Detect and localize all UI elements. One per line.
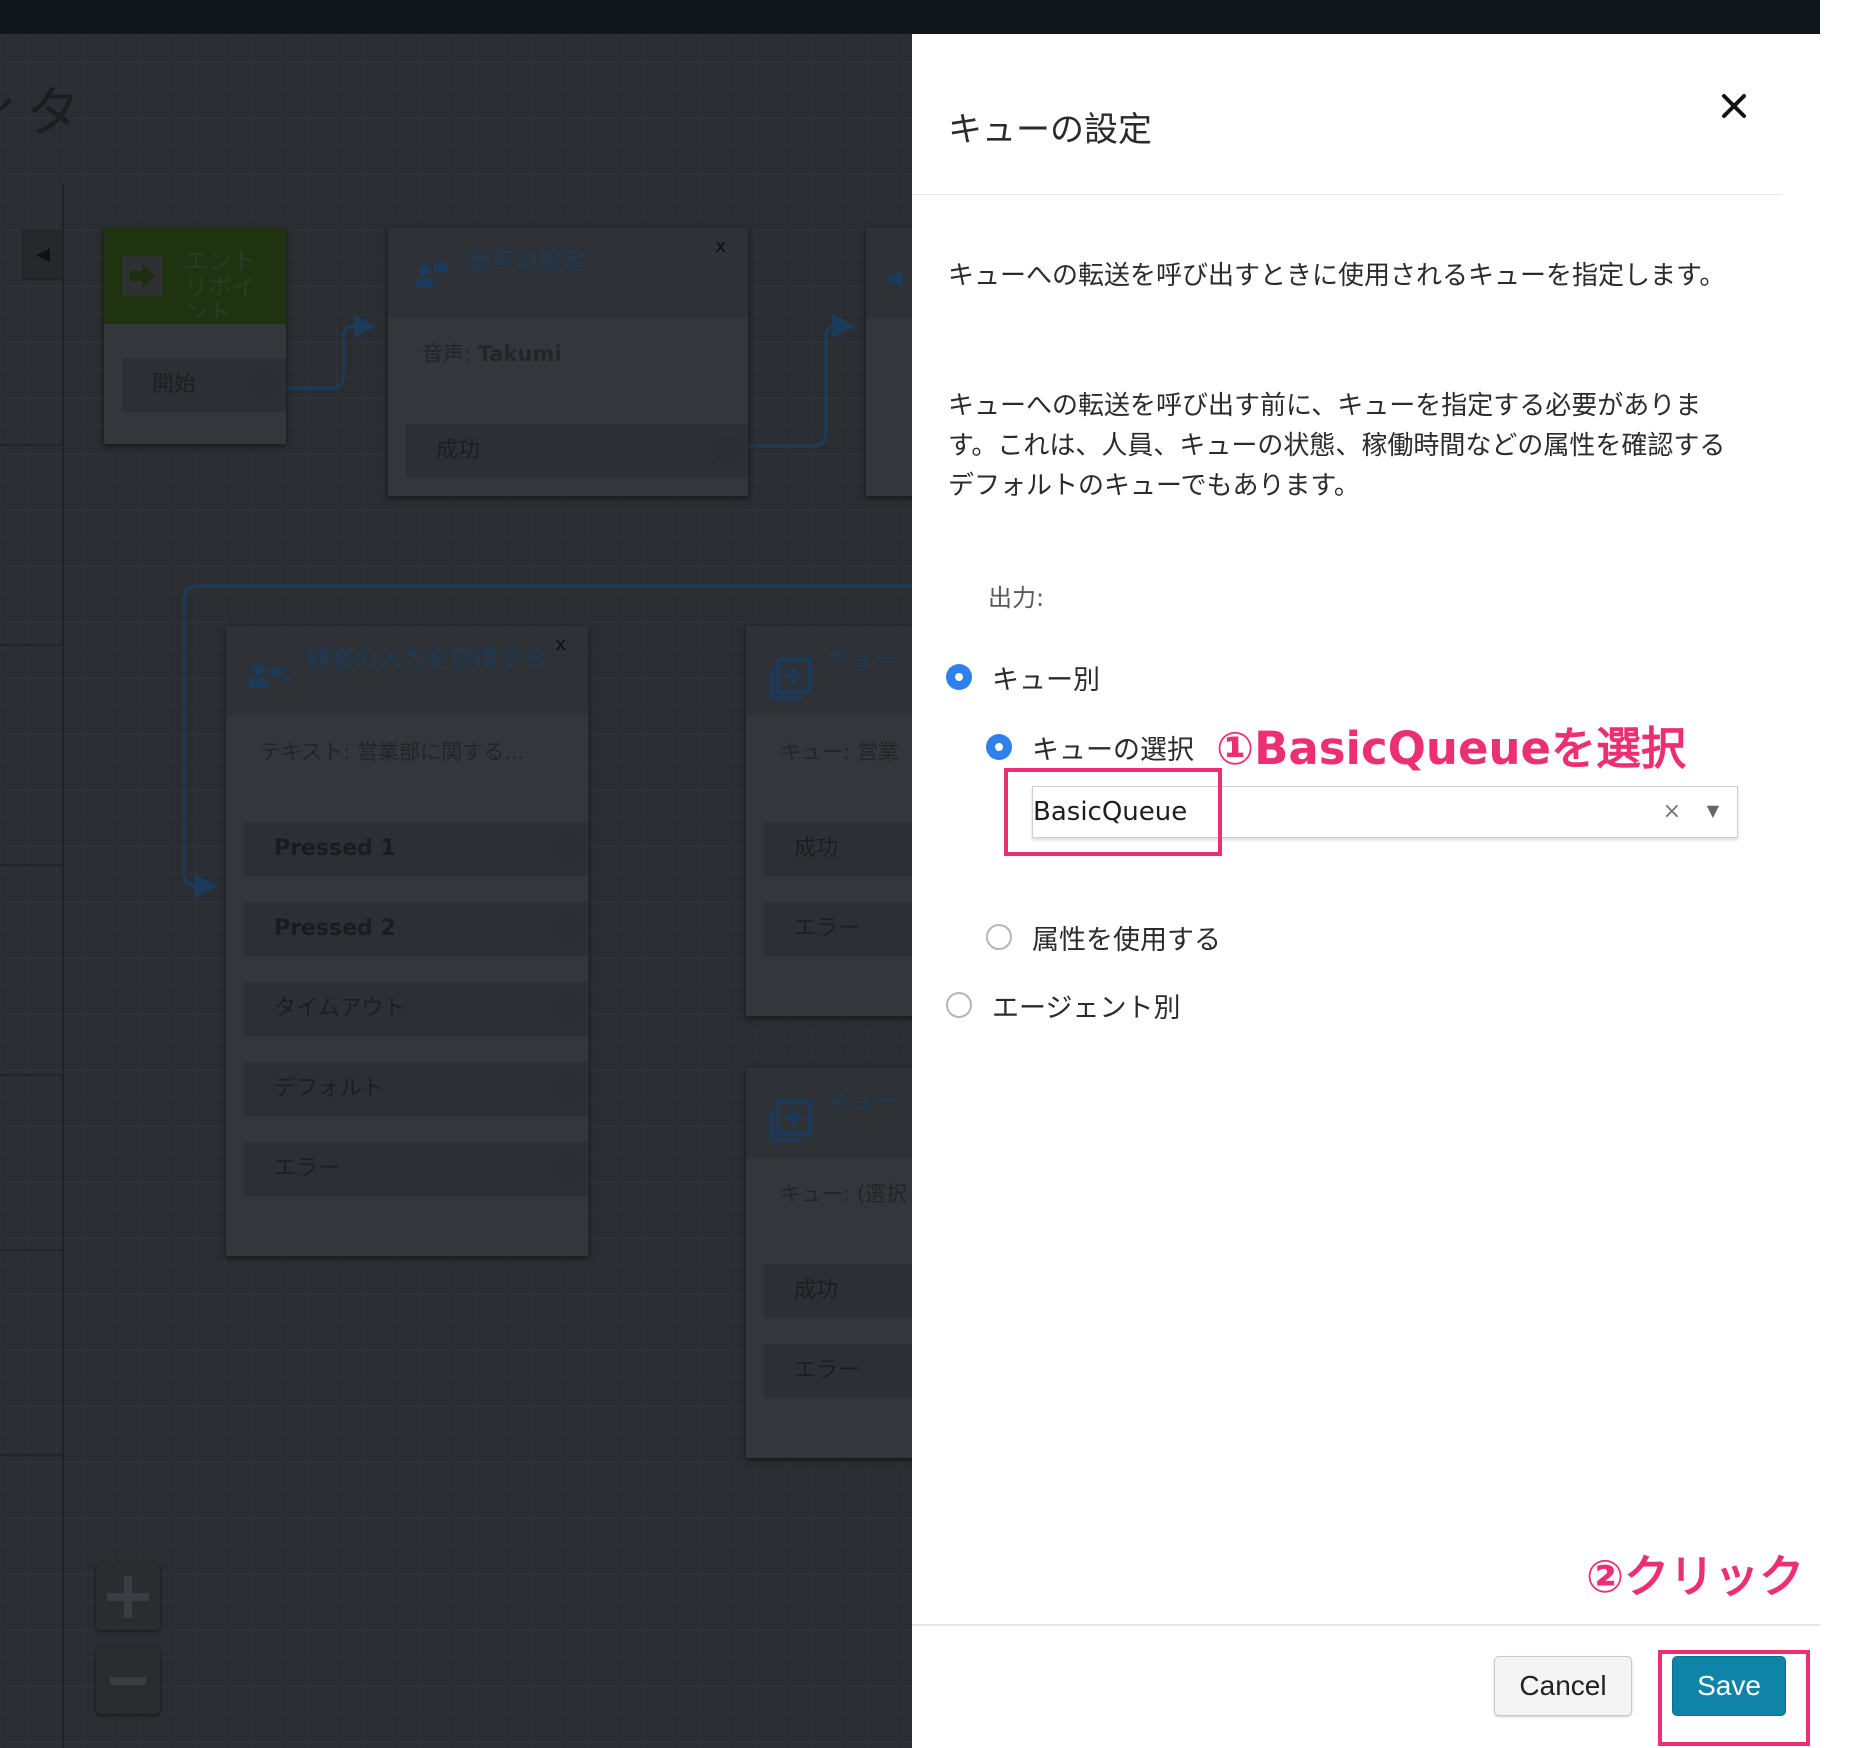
queue-block-2-header: キュー — [746, 1068, 912, 1158]
input-branch-pressed-2[interactable]: Pressed 2 — [244, 902, 588, 956]
highlight-box-save-button — [1658, 1650, 1810, 1746]
radio-by-agent[interactable] — [946, 992, 972, 1018]
set-voice-block[interactable]: 音声の設定 x 音声: Takumi 成功 — [388, 228, 748, 496]
voice-icon — [416, 262, 448, 288]
branch-label: 成功 — [794, 836, 839, 861]
branch-label: 成功 — [794, 1278, 839, 1303]
input-branch-timeout[interactable]: タイムアウト — [244, 982, 588, 1036]
connector-line — [746, 324, 846, 448]
branch-label: エラー — [274, 1156, 341, 1181]
branch-label: エラー — [794, 916, 861, 941]
get-input-subtitle: テキスト: 営業部に関する... — [260, 740, 525, 764]
close-panel-button[interactable] — [1704, 76, 1764, 136]
queue-block-2-subtitle: キュー: (選択 — [780, 1182, 907, 1206]
annotation-step-2: ②クリック — [1586, 1550, 1805, 1603]
get-input-title: 顧客の入力を取得する — [306, 645, 546, 673]
panel-description-2: キューへの転送を呼び出す前に、キューを指定する必要があります。これは、人員、キュ… — [948, 391, 1726, 501]
label-by-queue: キュー別 — [992, 665, 1100, 696]
input-branch-pressed-1[interactable]: Pressed 1 — [244, 822, 588, 876]
branch-label: エラー — [794, 1358, 861, 1383]
plus-icon — [107, 1576, 149, 1618]
branch-label: 開始 — [152, 372, 197, 397]
add-queue-icon — [770, 658, 812, 700]
queue-block-1-title: キュー — [826, 645, 898, 673]
branch-label: 成功 — [436, 438, 481, 463]
queue1-success-branch[interactable]: 成功 — [764, 822, 912, 876]
zoom-in-button[interactable] — [96, 1564, 160, 1630]
block-close-icon[interactable]: x — [715, 236, 726, 257]
entry-point-block[interactable]: エントリポイント 開始 — [104, 228, 286, 444]
input-branch-error[interactable]: エラー — [244, 1142, 588, 1196]
voice-success-branch[interactable]: 成功 — [406, 424, 748, 478]
output-port[interactable] — [554, 915, 580, 941]
highlight-box-queue-value — [1004, 768, 1222, 856]
output-port[interactable] — [554, 1075, 580, 1101]
label-use-attribute: 属性を使用する — [1032, 925, 1221, 956]
annotation-step-1: ①BasicQueueを選択 — [1216, 722, 1687, 775]
set-voice-header: 音声の設定 x — [388, 228, 748, 318]
top-bar — [0, 0, 1820, 34]
get-customer-input-block[interactable]: 顧客の入力を取得する x テキスト: 営業部に関する... Pressed 1 … — [226, 626, 588, 1256]
output-port[interactable] — [554, 835, 580, 861]
next-block-header — [866, 228, 912, 318]
output-port[interactable] — [554, 995, 580, 1021]
panel-description-1: キューへの転送を呼び出すときに使用されるキューを指定します。 — [948, 261, 1726, 291]
queue-block-1-header: キュー — [746, 626, 912, 716]
users-icon — [248, 664, 291, 688]
radio-select-queue[interactable] — [986, 734, 1012, 760]
entry-point-title: エントリポイント — [184, 248, 256, 318]
caret-down-icon[interactable]: ▼ — [1707, 801, 1719, 820]
get-input-header: 顧客の入力を取得する x — [226, 626, 588, 716]
radio-by-queue[interactable] — [946, 664, 972, 690]
queue2-success-branch[interactable]: 成功 — [764, 1264, 912, 1318]
set-voice-subtitle: 音声: Takumi — [422, 338, 562, 368]
arrow-right-icon — [122, 256, 162, 296]
output-port[interactable] — [252, 371, 278, 397]
queue1-error-branch[interactable]: エラー — [764, 902, 912, 956]
cancel-button[interactable]: Cancel — [1494, 1656, 1632, 1716]
footer-divider — [912, 1624, 1820, 1626]
set-queue-block-2[interactable]: キュー キュー: (選択 成功 エラー — [746, 1068, 912, 1458]
branch-label: タイムアウト — [274, 996, 406, 1021]
block-close-icon[interactable]: x — [555, 634, 566, 655]
connector-arrow — [832, 314, 856, 338]
add-queue-icon — [770, 1100, 812, 1142]
connector-arrow — [354, 314, 376, 338]
radio-use-attribute[interactable] — [986, 924, 1012, 950]
branch-label: Pressed 1 — [274, 836, 396, 861]
set-voice-title: 音声の設定 — [466, 247, 586, 275]
output-label: 出力: — [988, 584, 1045, 612]
close-icon — [1722, 94, 1746, 118]
next-block-partial[interactable] — [866, 228, 912, 496]
output-port[interactable] — [554, 1155, 580, 1181]
zoom-out-button[interactable] — [96, 1648, 160, 1714]
panel-title: キューの設定 — [948, 110, 1152, 150]
set-queue-block-1[interactable]: キュー キュー: 営業 成功 エラー — [746, 626, 912, 1016]
flow-canvas: ィタ ◀ エントリポイント 開始 — [0, 34, 912, 1748]
queue-settings-panel: キューの設定 キューへの転送を呼び出すときに使用されるキューを指定します。 キュ… — [912, 34, 1820, 1748]
entry-start-branch[interactable]: 開始 — [122, 358, 286, 412]
label-by-agent: エージェント別 — [992, 993, 1181, 1024]
output-port[interactable] — [714, 437, 740, 463]
voice-subtitle-value: Takumi — [477, 342, 562, 366]
entry-point-header: エントリポイント — [104, 228, 286, 324]
connector-arrow — [194, 874, 218, 898]
speaker-icon — [888, 269, 902, 289]
label-select-queue: キューの選択 — [1032, 735, 1194, 766]
branch-label: デフォルト — [274, 1076, 385, 1101]
queue-block-2-title: キュー — [826, 1087, 898, 1115]
clear-selection-icon[interactable]: × — [1663, 799, 1681, 824]
minus-icon — [110, 1677, 146, 1685]
input-branch-default[interactable]: デフォルト — [244, 1062, 588, 1116]
queue-block-1-subtitle: キュー: 営業 — [780, 740, 899, 764]
header-divider — [912, 194, 1782, 195]
queue2-error-branch[interactable]: エラー — [764, 1344, 912, 1398]
branch-label: Pressed 2 — [274, 916, 396, 941]
voice-subtitle-key: 音声: — [422, 342, 478, 366]
